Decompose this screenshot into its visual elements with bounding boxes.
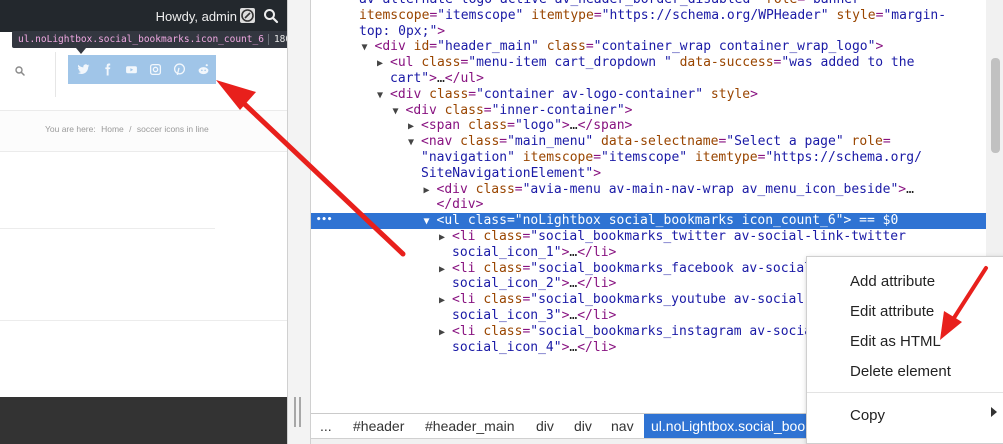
- crumb-more[interactable]: ...: [320, 418, 332, 434]
- crumb-header-main[interactable]: #header_main: [425, 418, 515, 434]
- tooltip-size: 180 × 30: [273, 34, 287, 45]
- social-bookmarks-list[interactable]: [68, 55, 216, 84]
- title-band: You are here: Home / soccer icons in lin…: [0, 110, 287, 152]
- breadcrumb-current[interactable]: soccer icons in line: [137, 124, 209, 134]
- dom-line[interactable]: </div>: [311, 197, 986, 213]
- dom-line[interactable]: ▶ <div class="avia-menu av-main-nav-wrap …: [311, 182, 986, 198]
- menu-item-delete-element[interactable]: Delete element: [850, 363, 951, 380]
- dom-line[interactable]: ▶ <li class="social_bookmarks_twitter av-…: [311, 229, 986, 245]
- menu-item-edit-as-html[interactable]: Edit as HTML: [850, 333, 941, 350]
- more-options-icon[interactable]: •••: [316, 213, 332, 229]
- facebook-icon[interactable]: [98, 60, 117, 79]
- search-icon[interactable]: [263, 8, 279, 24]
- devtools-dock-edge: [0, 397, 287, 444]
- dom-line[interactable]: ▶ <span class="logo">…</span>: [311, 118, 986, 134]
- dom-line[interactable]: "navigation" itemscope="itemscope" itemt…: [311, 150, 986, 166]
- dom-line-selected[interactable]: ▼ <ul class="noLightbox social_bookmarks …: [311, 213, 986, 229]
- tooltip-arrow: [76, 48, 86, 54]
- dom-line[interactable]: av-alternate-logo-active av_header_borde…: [311, 0, 986, 8]
- twitter-icon[interactable]: [74, 60, 93, 79]
- menu-item-edit-attribute[interactable]: Edit attribute: [850, 303, 934, 320]
- crumb-nav[interactable]: nav: [611, 418, 634, 434]
- instagram-icon[interactable]: [146, 60, 165, 79]
- breadcrumb-prefix: You are here:: [45, 124, 96, 134]
- dom-line[interactable]: ▼ <div id="header_main" class="container_…: [311, 39, 986, 55]
- crumb-div[interactable]: div: [536, 418, 554, 434]
- menu-separator: [807, 392, 1003, 393]
- page-preview: Howdy, admin ul.noLightbox.social_bookma…: [0, 0, 287, 444]
- dom-line[interactable]: ▶ <ul class="menu-item cart_dropdown " da…: [311, 55, 986, 71]
- crumb-selected[interactable]: ul.noLightbox.social_bookmarks.icon_coun…: [644, 414, 814, 438]
- submenu-arrow-icon: [991, 407, 997, 417]
- avatar[interactable]: [240, 8, 255, 23]
- pinterest-icon[interactable]: [170, 60, 189, 79]
- context-menu: Add attribute Edit attribute Edit as HTM…: [806, 256, 1003, 444]
- dom-line[interactable]: cart">…</ul>: [311, 71, 986, 87]
- dom-line[interactable]: itemscope="itemscope" itemtype="https://…: [311, 8, 986, 24]
- admin-greeting[interactable]: Howdy, admin: [156, 9, 237, 24]
- breadcrumb-separator: /: [129, 124, 132, 134]
- element-inspect-tooltip: ul.noLightbox.social_bookmarks.icon_coun…: [12, 31, 287, 48]
- dom-line[interactable]: top: 0px;">: [311, 24, 986, 40]
- content-divider: [0, 228, 215, 229]
- splitter-grip-icon[interactable]: [294, 397, 302, 427]
- admin-bar: Howdy, admin: [0, 0, 287, 32]
- content-divider: [0, 320, 287, 321]
- reddit-icon[interactable]: [194, 60, 213, 79]
- menu-item-add-attribute[interactable]: Add attribute: [850, 273, 935, 290]
- scrollbar-thumb[interactable]: [991, 58, 1000, 153]
- youtube-icon[interactable]: [122, 60, 141, 79]
- header-divider: [55, 52, 56, 97]
- breadcrumb-home[interactable]: Home: [101, 124, 124, 134]
- tooltip-selector: ul.noLightbox.social_bookmarks.icon_coun…: [18, 34, 264, 45]
- search-icon[interactable]: [14, 65, 26, 77]
- dom-line[interactable]: ▼ <div class="container av-logo-container…: [311, 87, 986, 103]
- crumb-div[interactable]: div: [574, 418, 592, 434]
- panel-splitter[interactable]: [287, 0, 311, 444]
- dom-line[interactable]: ▼ <nav class="main_menu" data-selectname=…: [311, 134, 986, 150]
- breadcrumb: You are here: Home / soccer icons in lin…: [45, 124, 212, 134]
- dom-line[interactable]: SiteNavigationElement">: [311, 166, 986, 182]
- crumb-header[interactable]: #header: [353, 418, 404, 434]
- menu-item-copy[interactable]: Copy: [850, 407, 885, 424]
- dom-line[interactable]: ▼ <div class="inner-container">: [311, 103, 986, 119]
